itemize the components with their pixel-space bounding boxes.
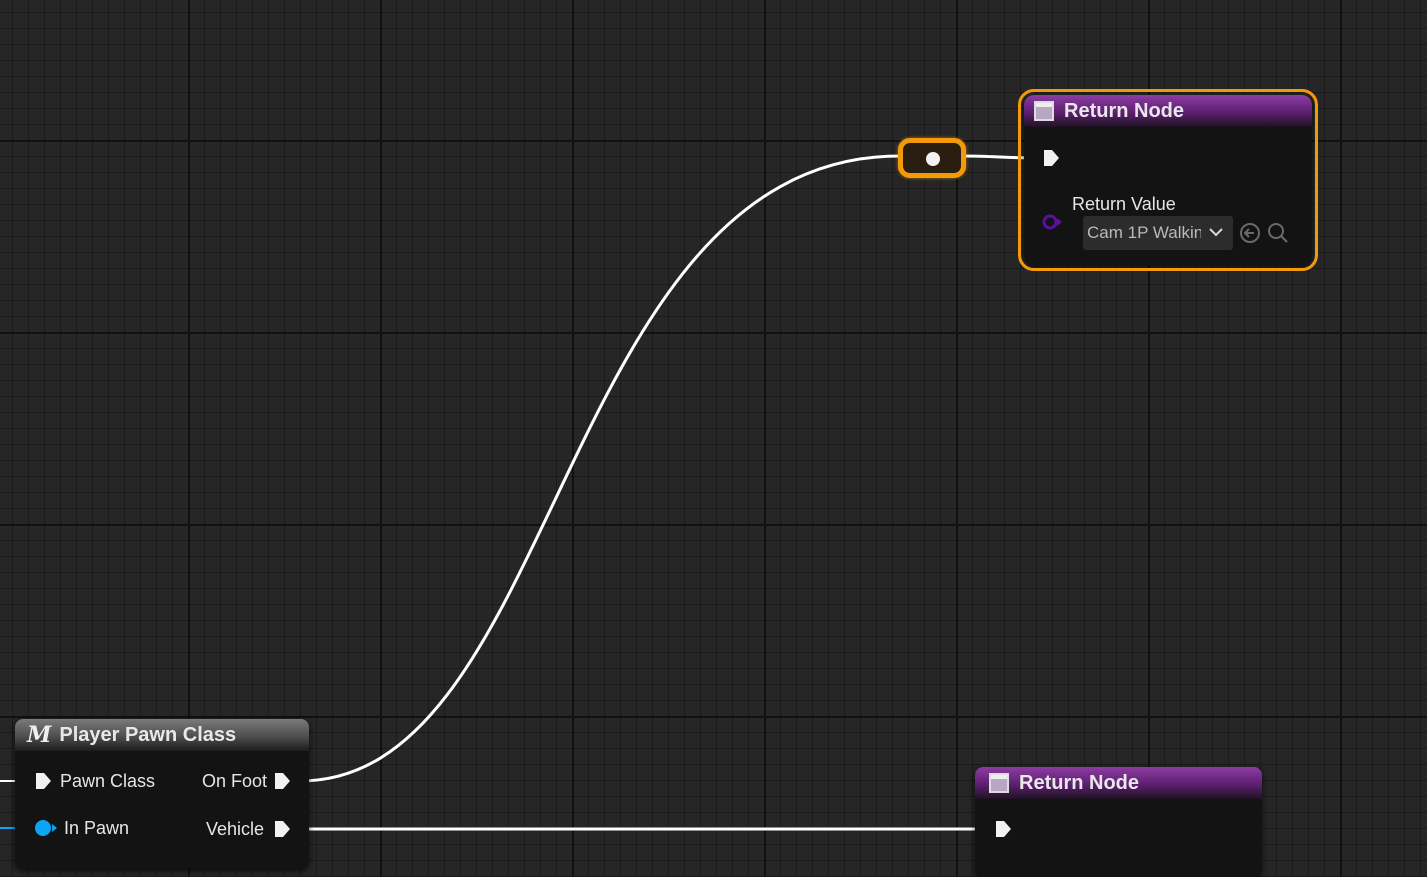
function-icon — [1034, 101, 1054, 121]
browse-back-icon[interactable] — [1239, 222, 1261, 244]
return-value-dropdown[interactable]: Cam 1P Walking — [1083, 216, 1233, 250]
return-node-top[interactable]: Return Node Return Value Cam 1P Walking — [1018, 89, 1318, 271]
reroute-dot-icon[interactable] — [926, 152, 940, 166]
return-node-bottom-title: Return Node — [1019, 771, 1139, 794]
player-pawn-class-node[interactable]: M Player Pawn Class Pawn Class In Pawn O… — [15, 719, 309, 869]
return-value-label: Return Value — [1072, 194, 1176, 214]
search-icon[interactable] — [1267, 222, 1289, 244]
exec-wire-on-foot[interactable] — [299, 154, 901, 783]
object-pin-icon[interactable] — [34, 819, 58, 837]
return-value-pin-icon[interactable] — [1041, 212, 1063, 232]
on-foot-label: On Foot — [202, 771, 268, 791]
chevron-down-icon — [1209, 228, 1223, 237]
exec-in-pin-icon[interactable] — [1042, 149, 1060, 167]
vehicle-label: Vehicle — [206, 819, 265, 839]
macro-icon: M — [27, 722, 52, 748]
return-node-bottom-header[interactable]: Return Node — [975, 767, 1262, 799]
exec-in-pin-icon[interactable] — [994, 820, 1012, 838]
in-pawn-label: In Pawn — [64, 818, 130, 838]
player-pawn-class-header[interactable]: M Player Pawn Class — [15, 719, 309, 751]
pawn-class-label: Pawn Class — [60, 771, 156, 791]
exec-out-pin-icon[interactable] — [273, 772, 291, 790]
player-pawn-class-title: Player Pawn Class — [59, 723, 237, 746]
return-node-top-title: Return Node — [1064, 99, 1184, 122]
exec-in-pin-icon[interactable] — [34, 772, 52, 790]
return-node-top-header[interactable]: Return Node — [1024, 95, 1312, 127]
function-icon — [989, 773, 1009, 793]
reroute-node[interactable] — [898, 138, 966, 178]
return-value-selected: Cam 1P Walking — [1087, 223, 1201, 242]
return-node-bottom[interactable]: Return Node — [975, 767, 1262, 877]
exec-out-pin-icon[interactable] — [273, 820, 291, 838]
